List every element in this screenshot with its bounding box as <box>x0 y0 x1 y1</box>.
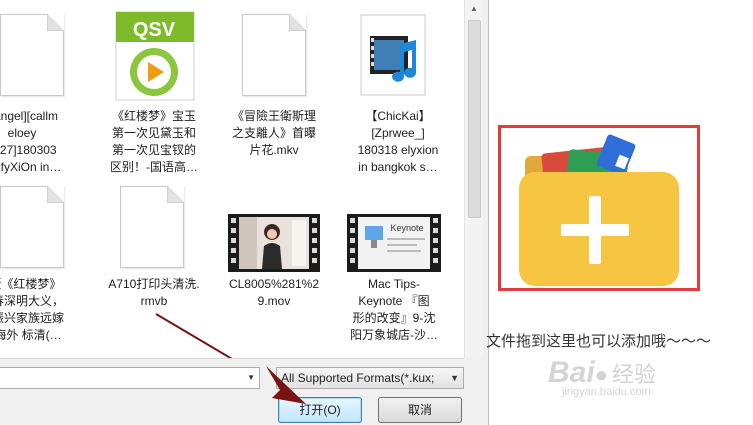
drop-target-box[interactable] <box>498 125 700 291</box>
svg-text:Keynote: Keynote <box>390 223 423 233</box>
open-file-dialog: hAngel][callm eloey 1127]180303 e EfyXiO… <box>0 0 488 425</box>
chevron-down-icon[interactable]: ▼ <box>247 373 255 382</box>
filename-combobox[interactable]: ▼ <box>0 367 260 389</box>
watermark-brand2: 经验 <box>611 362 656 387</box>
file-item[interactable]: 【ChicKai】 [Zprwee_] 180318 elyxion in ba… <box>348 0 448 180</box>
file-item[interactable]: Keynote Mac Tips- Keynote 『图 形的改变』9-沈 阳万… <box>344 180 444 350</box>
video-music-icon <box>360 14 426 96</box>
annotation-arrowhead <box>266 366 306 404</box>
file-label: hAngel][callm eloey 1127]180303 e EfyXiO… <box>0 109 62 174</box>
video-thumbnail-keynote: Keynote <box>347 214 441 272</box>
video-thumbnail-person <box>228 214 320 272</box>
file-label: A710打印头清洗. rmvb <box>108 277 200 308</box>
document-icon <box>0 14 64 96</box>
file-label: CL8005%281%2 9.mov <box>228 277 320 308</box>
file-item[interactable]: 7版《红楼梦》 探春深明大义， 为振兴家族远嫁 番海外 标清(… <box>0 180 72 350</box>
watermark-brand: Bai <box>548 356 595 389</box>
drop-hint-text: 文件拖到这里也可以添加哦～～～ <box>486 333 712 350</box>
file-label: 《冒險王衛斯理 之支離人》首曝 片花.mkv <box>231 109 316 157</box>
paw-icon: ● <box>594 362 608 387</box>
file-label: Mac Tips- Keynote 『图 形的改变』9-沈 阳万象城店-沙… <box>350 277 438 342</box>
document-icon <box>120 186 184 268</box>
dialog-footer: ▼ All Supported Formats(*.kux; ▼ 打开(O) 取… <box>0 359 488 425</box>
file-item[interactable]: QSV 《红楼梦》宝玉 第一次见黛玉和 第一次见宝钗的 区别！-国语高… <box>104 0 204 180</box>
qsv-file-icon: QSV <box>115 11 195 101</box>
document-icon <box>242 14 306 96</box>
svg-text:QSV: QSV <box>133 19 176 41</box>
folder-add-icon <box>519 134 679 286</box>
file-item[interactable]: hAngel][callm eloey 1127]180303 e EfyXiO… <box>0 0 72 180</box>
scroll-up-icon[interactable]: ▲ <box>465 0 483 17</box>
file-list: hAngel][callm eloey 1127]180303 e EfyXiO… <box>0 0 464 359</box>
file-item[interactable]: 《冒險王衛斯理 之支離人》首曝 片花.mkv <box>224 0 324 180</box>
baidu-watermark: Bai● 经验 jingyan.baidu.com <box>548 356 656 398</box>
scrollbar-thumb[interactable] <box>468 20 481 218</box>
chevron-down-icon[interactable]: ▼ <box>450 368 459 388</box>
document-icon <box>0 186 64 268</box>
watermark-url: jingyan.baidu.com <box>562 386 651 398</box>
file-label: 7版《红楼梦》 探春深明大义， 为振兴家族远嫁 番海外 标清(… <box>0 277 64 342</box>
cancel-button[interactable]: 取消 <box>378 397 462 423</box>
file-label: 【ChicKai】 [Zprwee_] 180318 elyxion in ba… <box>357 109 439 174</box>
annotation-arrow <box>155 313 233 358</box>
vertical-scrollbar[interactable]: ▲ <box>464 0 483 358</box>
file-label: 《红楼梦》宝玉 第一次见黛玉和 第一次见宝钗的 区别！-国语高… <box>110 109 198 174</box>
